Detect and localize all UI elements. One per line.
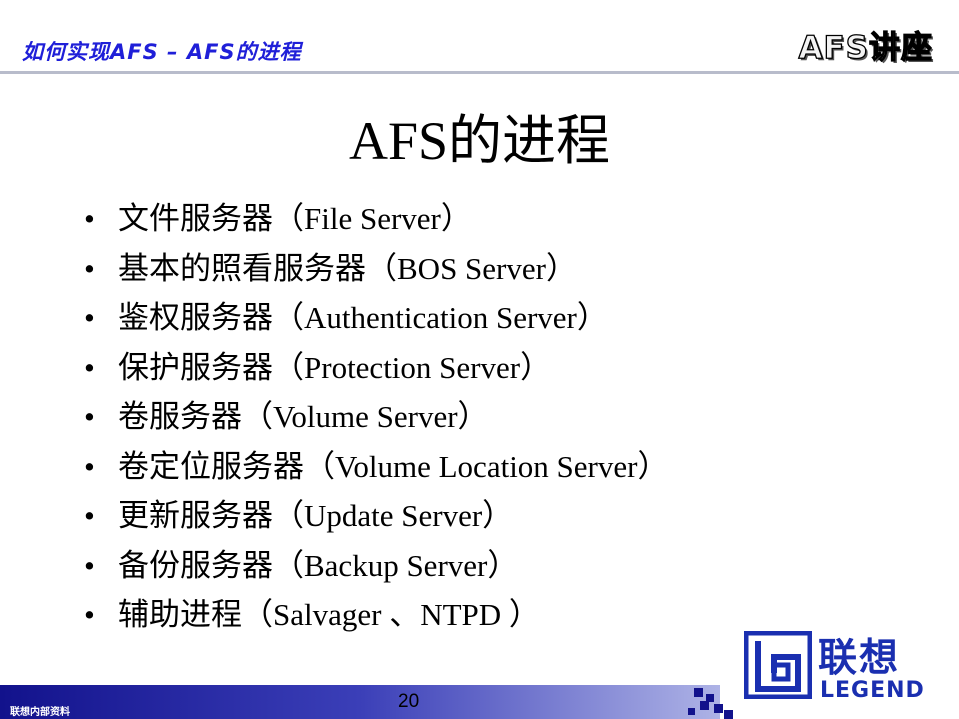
bullet-item: • 文件服务器（File Server） — [84, 194, 668, 244]
footer-bar — [0, 685, 720, 719]
legend-logo: 联想 LEGEND — [744, 631, 934, 705]
bullet-item: • 更新服务器（Update Server） — [84, 491, 668, 541]
logo-name-en: LEGEND — [820, 678, 925, 703]
bullet-dot: • — [84, 547, 95, 583]
bullet-dot: • — [84, 201, 95, 236]
legend-logo-icon — [744, 631, 812, 699]
bullet-item: • 卷定位服务器（Volume Location Server） — [84, 442, 668, 492]
bullet-text: 卷定位服务器（Volume Location Server） — [118, 448, 669, 484]
bullet-text: 鉴权服务器（Authentication Server） — [118, 300, 608, 335]
bullet-text: 保护服务器（Protection Server） — [118, 349, 552, 385]
series-label: AFS讲座 — [798, 29, 933, 66]
bullet-text: 卷服务器（Volume Server） — [118, 399, 489, 434]
bullet-item: • 鉴权服务器（Authentication Server） — [84, 293, 668, 343]
bullet-item: • 备份服务器（Backup Server） — [84, 541, 668, 591]
bullet-dot: • — [84, 448, 95, 484]
bullet-dot: • — [84, 399, 95, 434]
bullet-text: 基本的照看服务器（BOS Server） — [118, 250, 577, 286]
header-title: 如何实现AFS – AFS的进程 — [22, 40, 302, 64]
bullet-dot: • — [84, 300, 95, 335]
bullet-dot: • — [84, 349, 95, 385]
header-divider — [0, 71, 959, 74]
page-number: 20 — [398, 691, 420, 712]
slide-title: AFS的进程 — [348, 111, 611, 171]
logo-name-cn: 联想 — [818, 636, 901, 681]
bullet-text: 备份服务器（Backup Server） — [118, 547, 519, 583]
bullet-dot: • — [84, 250, 95, 286]
bullet-item: • 辅助进程（Salvager 、NTPD ） — [84, 590, 668, 640]
bullet-dot: • — [84, 597, 95, 632]
bullet-item: • 卷服务器（Volume Server） — [84, 392, 668, 442]
footer-label: 联想内部资料 — [10, 707, 70, 718]
bullet-text: 辅助进程（Salvager 、NTPD ） — [118, 597, 540, 632]
bullet-list: • 文件服务器（File Server） • 基本的照看服务器（BOS Server… — [84, 194, 668, 640]
bullet-item: • 基本的照看服务器（BOS Server） — [84, 244, 668, 294]
bullet-dot: • — [84, 498, 95, 533]
decorative-squares-icon — [688, 688, 733, 719]
bullet-text: 更新服务器（Update Server） — [118, 498, 514, 533]
bullet-text: 文件服务器（File Server） — [118, 201, 472, 236]
bullet-item: • 保护服务器（Protection Server） — [84, 343, 668, 393]
